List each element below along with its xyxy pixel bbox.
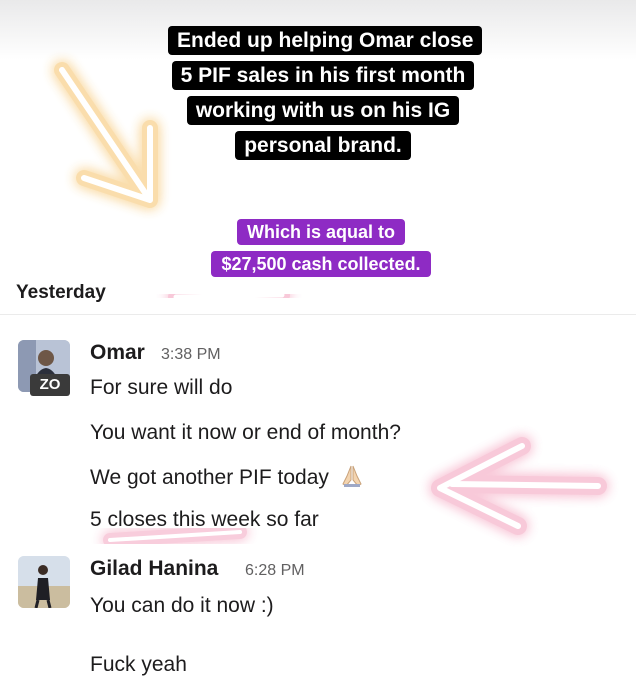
message-text: You can do it now :) xyxy=(90,594,274,617)
message-text: You want it now or end of month? xyxy=(90,421,401,444)
message-timestamp[interactable]: 3:38 PM xyxy=(161,346,221,364)
promo-line-2: $27,500 cash collected. xyxy=(211,251,431,277)
status-badge: ZO xyxy=(30,374,70,396)
left-arrow-annotation-icon xyxy=(431,437,607,535)
avatar[interactable] xyxy=(18,556,70,608)
story-caption: Ended up helping Omar close 5 PIF sales … xyxy=(168,26,483,160)
story-promo-block: Which is aqual to $27,500 cash collected… xyxy=(180,217,462,281)
message-timestamp[interactable]: 6:28 PM xyxy=(245,562,305,580)
message-text-with-emoji: We got another PIF today xyxy=(90,464,363,490)
message-text: Fuck yeah xyxy=(90,653,187,676)
underline-yesterday-annotation xyxy=(168,287,290,305)
message-text: We got another PIF today xyxy=(90,466,329,489)
message-author[interactable]: Omar xyxy=(90,341,145,365)
message-author[interactable]: Gilad Hanina xyxy=(90,557,218,581)
date-divider-label: Yesterday xyxy=(16,282,106,303)
promo-line-1: Which is aqual to xyxy=(236,219,405,245)
folded-hands-icon xyxy=(342,465,362,487)
story-caption-block: Ended up helping Omar close 5 PIF sales … xyxy=(168,24,483,164)
message-text: For sure will do xyxy=(90,376,233,399)
down-arrow-annotation-icon xyxy=(54,62,158,208)
person-photo-icon xyxy=(18,556,70,608)
date-divider-line xyxy=(0,314,636,315)
underline-closes-annotation xyxy=(103,525,247,547)
message-text: 5 closes this week so far xyxy=(90,508,319,531)
